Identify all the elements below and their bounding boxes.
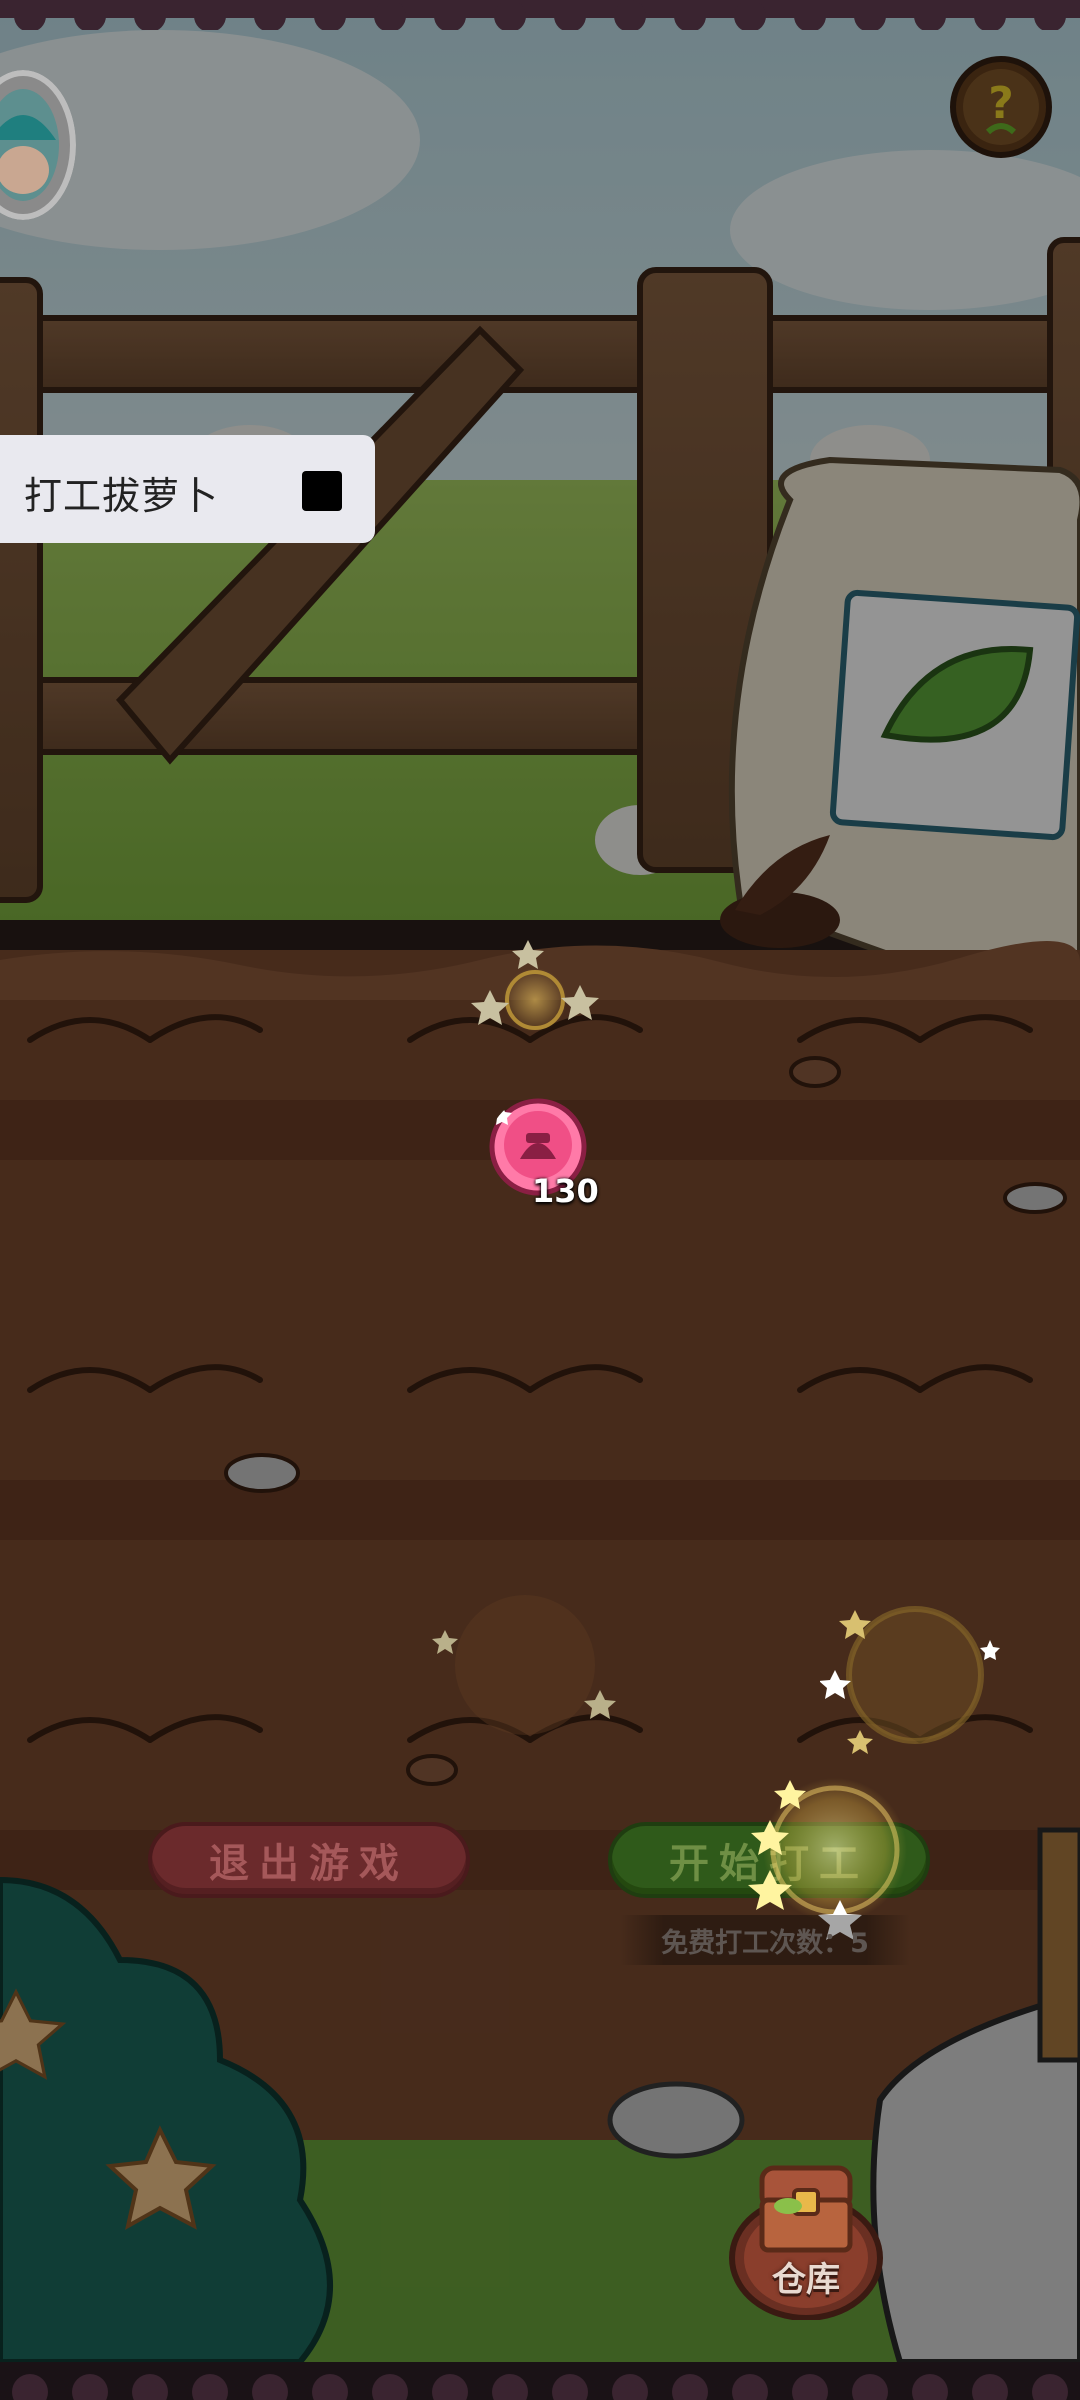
bottom-scallop-border <box>0 2362 1080 2400</box>
svg-text:?: ? <box>988 78 1014 129</box>
free-work-count: 免费打工次数：5 <box>620 1915 910 1965</box>
top-scallop-border <box>0 0 1080 30</box>
sparkle-effect-top <box>471 940 599 1032</box>
question-sprout-icon: ? <box>985 78 1017 135</box>
panel-label: 打工拔萝卜 <box>24 474 220 518</box>
exit-game-button[interactable]: 退出游戏 <box>148 1822 470 1898</box>
sparkle-effect-right <box>820 1606 1000 1754</box>
coin-count: 130 <box>532 1172 599 1210</box>
task-panel: 打工拔萝卜 <box>0 435 375 543</box>
treasure-chest-icon <box>759 2165 853 2253</box>
warehouse-label: 仓库 <box>772 2260 840 2300</box>
sparkle-effect-start <box>748 1778 907 1940</box>
sparkle-effect-left <box>432 1595 616 1735</box>
panel-checkbox[interactable] <box>302 471 342 511</box>
help-button[interactable]: ? <box>948 52 1054 162</box>
